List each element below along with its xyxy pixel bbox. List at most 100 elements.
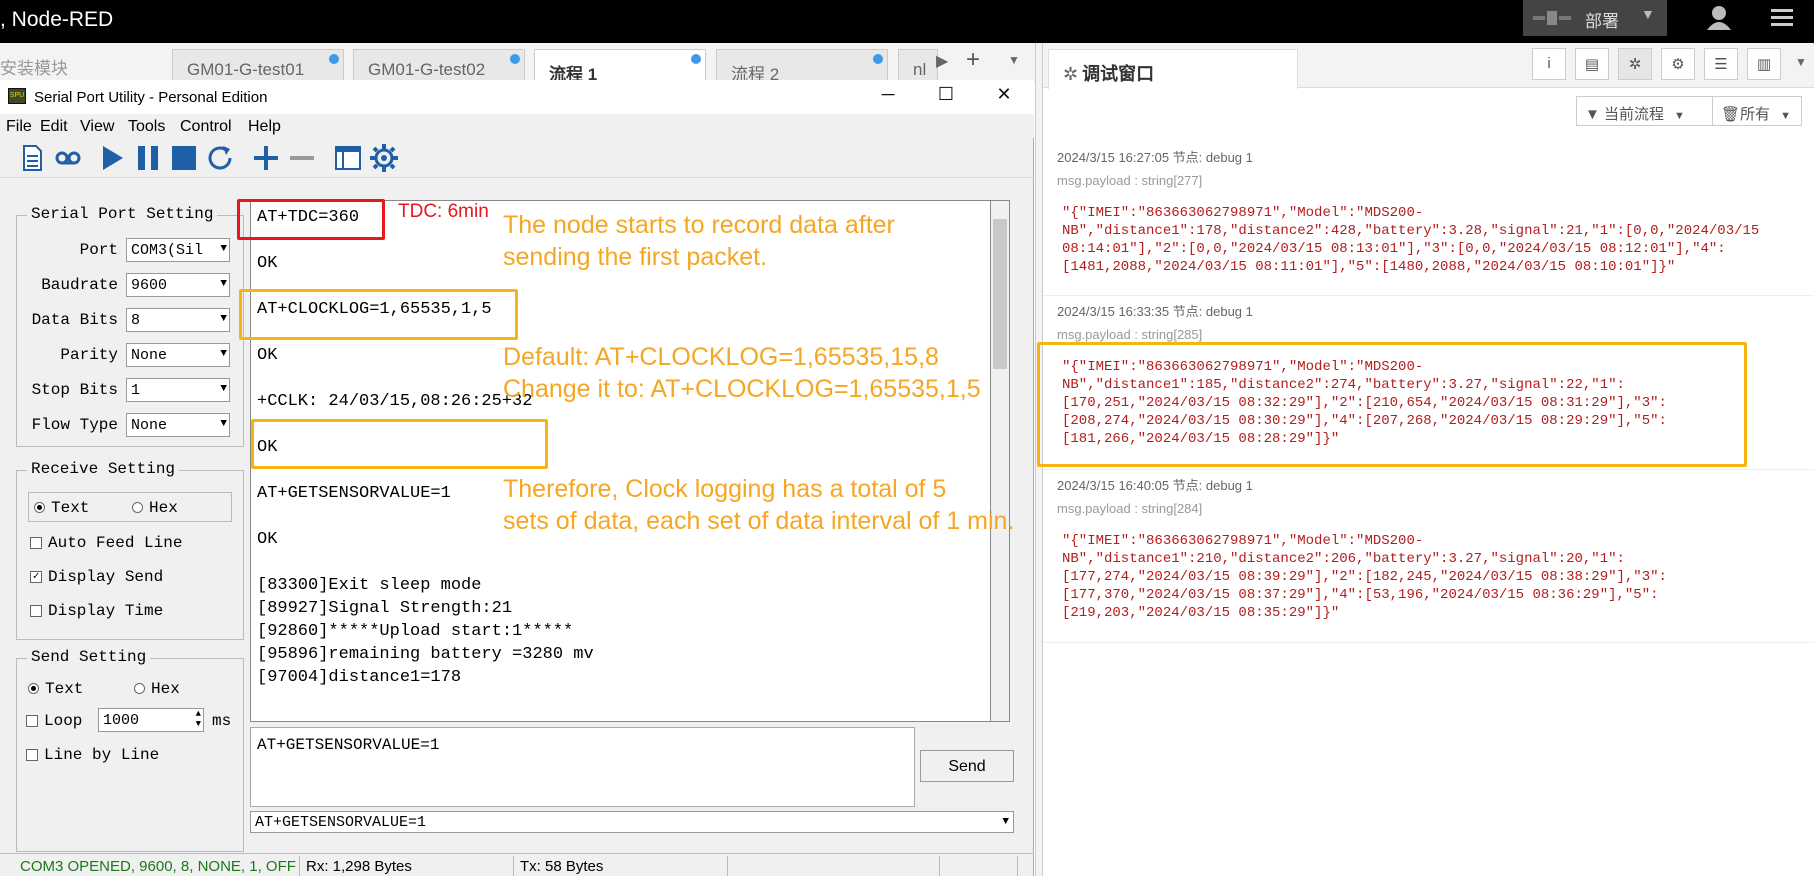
command-history-select[interactable]: AT+GETSENSORVALUE=1 ▼ [250, 811, 1014, 833]
close-button[interactable]: ✕ [982, 84, 1026, 110]
message-payload[interactable]: "{"IMEI":"863663062798971","Model":"MDS2… [1062, 204, 1759, 276]
pause-icon[interactable] [132, 142, 164, 174]
tab-label: GM01-G-test02 [368, 60, 486, 79]
minus-icon[interactable] [286, 142, 318, 174]
loop-interval-stepper[interactable]: 1000 ▲ ▼ [98, 708, 204, 732]
chevron-down-icon[interactable]: ▼ [1002, 816, 1009, 828]
parity-select[interactable]: None ▼ [126, 343, 230, 367]
terminal-line: [89927]Signal Strength:21 [257, 599, 513, 618]
port-label: Port [79, 241, 118, 259]
menu-view[interactable]: View [80, 118, 114, 136]
line-by-line-checkbox[interactable]: Line by Line [26, 746, 159, 764]
tab-overflow[interactable]: nl [898, 49, 938, 83]
checkbox-icon [30, 604, 42, 617]
menu-control[interactable]: Control [180, 118, 232, 136]
toolbar [0, 138, 1034, 178]
radio-label: Hex [151, 680, 180, 698]
port-select[interactable]: COM3(Sil ▼ [126, 238, 230, 262]
terminal-line: [83300]Exit sleep mode [257, 576, 482, 595]
terminal-line: [97004]distance1=178 [257, 668, 462, 687]
checkbox-label: Display Time [48, 602, 164, 620]
menu-edit[interactable]: Edit [40, 118, 68, 136]
maximize-button[interactable]: ☐ [924, 84, 968, 110]
chevron-down-icon[interactable]: ▼ [1641, 6, 1655, 22]
port-value: COM3(Sil [131, 242, 204, 259]
minimize-button[interactable]: ─ [866, 84, 910, 110]
deploy-button[interactable]: 部署 ▼ [1523, 0, 1667, 36]
menu-tools[interactable]: Tools [128, 118, 165, 136]
baudrate-select[interactable]: 9600 ▼ [126, 273, 230, 297]
rx-bytes: Rx: 1,298 Bytes [300, 856, 514, 876]
filter-all[interactable]: 🗑所有 ▼ [1712, 96, 1802, 126]
menu-file[interactable]: File [6, 118, 32, 136]
database-icon[interactable]: ☰ [1704, 48, 1738, 80]
scrollbar-thumb[interactable] [993, 219, 1007, 369]
gear-icon[interactable]: ⚙ [1661, 48, 1695, 80]
flow-type-select[interactable]: None ▼ [126, 413, 230, 437]
send-textarea[interactable]: AT+GETSENSORVALUE=1 [250, 727, 915, 807]
message-payload[interactable]: "{"IMEI":"863663062798971","Model":"MDS2… [1062, 532, 1667, 622]
window-icon[interactable] [332, 142, 364, 174]
chart-icon[interactable]: ▥ [1747, 48, 1781, 80]
bug-icon[interactable]: ✲ [1618, 48, 1652, 80]
filter-label: 所有 [1740, 106, 1771, 123]
display-time-checkbox[interactable]: Display Time [30, 602, 163, 620]
annotation-line: Change it to: AT+CLOCKLOG=1,65535,1,5 [503, 375, 981, 403]
chevron-down-icon[interactable]: ▼ [1008, 53, 1020, 67]
stepper-arrows-icon[interactable]: ▲ ▼ [196, 709, 201, 729]
add-tab-icon[interactable]: + [966, 46, 980, 74]
terminal-scrollbar[interactable] [990, 200, 1010, 722]
menu-help[interactable]: Help [248, 118, 281, 136]
terminal-line: [95896]remaining battery =3280 mv [257, 645, 594, 664]
chevron-down-icon: ▼ [1780, 110, 1791, 122]
terminal-line: +CCLK: 24/03/15,08:26:25+32 [257, 392, 533, 411]
data-bits-select[interactable]: 8 ▼ [126, 308, 230, 332]
receive-text-radio[interactable]: Text [34, 499, 89, 517]
info-icon[interactable]: i [1532, 48, 1566, 80]
stop-icon[interactable] [168, 142, 200, 174]
auto-feed-line-checkbox[interactable]: Auto Feed Line [30, 534, 182, 552]
loop-checkbox[interactable]: Loop [26, 712, 82, 730]
user-icon [1707, 6, 1731, 30]
message-type: msg.payload : string[284] [1057, 501, 1203, 516]
record-icon[interactable] [52, 142, 84, 174]
tx-bytes: Tx: 58 Bytes [514, 856, 728, 876]
receive-hex-radio[interactable]: Hex [132, 499, 178, 517]
app-icon: SPU [8, 88, 26, 104]
stop-bits-select[interactable]: 1 ▼ [126, 378, 230, 402]
user-menu-button[interactable] [1687, 0, 1751, 36]
tab-flow-2[interactable]: 流程 2 [716, 49, 888, 84]
tab-gm01-g-test02[interactable]: GM01-G-test02 [353, 49, 525, 83]
display-send-checkbox[interactable]: ✓ Display Send [30, 568, 163, 586]
book-icon[interactable]: ▤ [1575, 48, 1609, 80]
play-icon[interactable] [96, 142, 128, 174]
scroll-right-icon[interactable]: ▶ [936, 51, 948, 71]
install-module-label[interactable]: 安装模块 [0, 54, 68, 79]
annotation-note-record: The node starts to record data after sen… [503, 209, 895, 273]
chevron-down-icon: ▼ [1674, 110, 1685, 122]
plus-icon[interactable] [250, 142, 282, 174]
radio-icon [28, 683, 39, 695]
radio-icon [134, 683, 145, 695]
tab-label: 调试窗口 [1082, 64, 1155, 84]
changed-dot-icon [873, 54, 883, 64]
debug-message: 2024/3/15 16:40:05 节点: debug 1 msg.paylo… [1043, 471, 1814, 643]
message-meta: 2024/3/15 16:40:05 节点: debug 1 [1057, 478, 1253, 493]
data-bits-label: Data Bits [31, 311, 118, 329]
send-hex-radio[interactable]: Hex [134, 680, 180, 698]
chevron-down-icon: ▼ [220, 383, 227, 395]
gear-icon[interactable] [368, 142, 400, 174]
send-button[interactable]: Send [920, 750, 1014, 782]
chevron-down-icon[interactable]: ▼ [1795, 55, 1807, 69]
tab-debug[interactable]: ✲ 调试窗口 [1048, 49, 1298, 89]
chevron-down-icon: ▼ [220, 313, 227, 325]
filter-label: 当前流程 [1604, 106, 1665, 123]
tab-gm01-g-test01[interactable]: GM01-G-test01 [172, 49, 344, 83]
document-icon[interactable] [16, 142, 48, 174]
main-menu-button[interactable] [1751, 0, 1814, 36]
refresh-icon[interactable] [204, 142, 236, 174]
tab-flow-1[interactable]: 流程 1 [534, 49, 706, 84]
workspace-tabbar: 安装模块 GM01-G-test01 GM01-G-test02 流程 1 流程… [0, 43, 1035, 84]
radio-icon [34, 502, 45, 514]
send-text-radio[interactable]: Text [28, 680, 83, 698]
